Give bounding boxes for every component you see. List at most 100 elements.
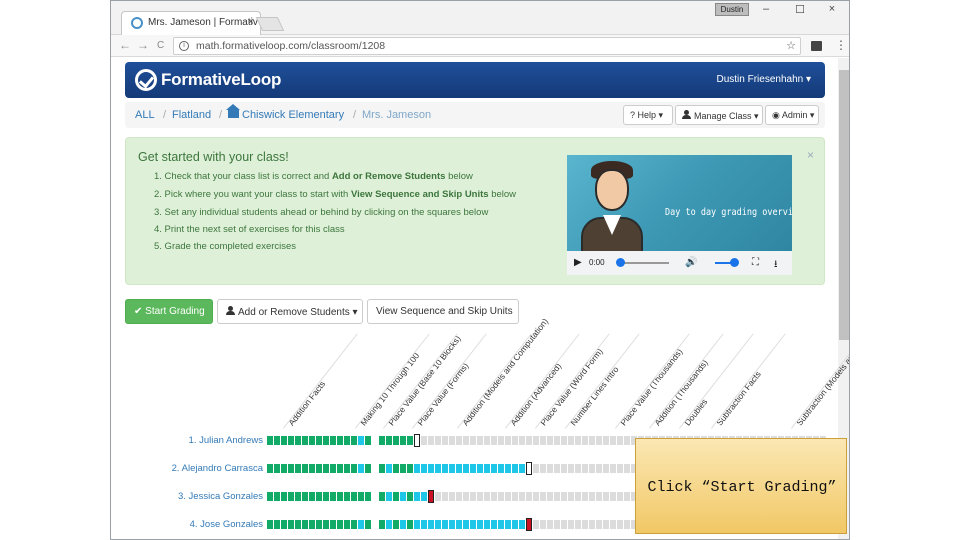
progress-square[interactable] xyxy=(295,464,302,473)
progress-square[interactable] xyxy=(323,436,330,445)
progress-square[interactable] xyxy=(309,464,316,473)
view-sequence-button[interactable]: View Sequence and Skip Units xyxy=(367,299,519,324)
progress-square[interactable] xyxy=(274,492,281,501)
progress-square[interactable] xyxy=(526,436,533,445)
progress-square[interactable] xyxy=(358,436,365,445)
progress-square[interactable] xyxy=(344,520,351,529)
progress-square[interactable] xyxy=(414,464,421,473)
progress-square[interactable] xyxy=(288,520,295,529)
progress-square[interactable] xyxy=(386,492,393,501)
progress-square[interactable] xyxy=(365,464,372,473)
progress-square[interactable] xyxy=(435,520,442,529)
progress-square[interactable] xyxy=(295,520,302,529)
progress-square[interactable] xyxy=(449,464,456,473)
restore-icon[interactable]: ☐ xyxy=(793,3,807,16)
progress-square[interactable] xyxy=(379,520,386,529)
browser-menu-icon[interactable]: ⋮ xyxy=(835,38,847,52)
progress-square[interactable] xyxy=(512,492,519,501)
progress-square[interactable] xyxy=(463,436,470,445)
progress-square[interactable] xyxy=(358,464,365,473)
progress-square[interactable] xyxy=(526,462,533,475)
progress-square[interactable] xyxy=(477,464,484,473)
progress-square[interactable] xyxy=(393,492,400,501)
progress-square[interactable] xyxy=(470,464,477,473)
progress-square[interactable] xyxy=(302,464,309,473)
progress-square[interactable] xyxy=(302,436,309,445)
profile-chip[interactable]: Dustin xyxy=(715,3,749,16)
progress-square[interactable] xyxy=(449,436,456,445)
progress-square[interactable] xyxy=(449,520,456,529)
progress-square[interactable] xyxy=(281,492,288,501)
progress-square[interactable] xyxy=(288,492,295,501)
fullscreen-icon[interactable]: ⛶ xyxy=(752,257,759,268)
progress-square[interactable] xyxy=(288,436,295,445)
student-name-link[interactable]: 3. Jessica Gonzales xyxy=(151,491,263,502)
progress-square[interactable] xyxy=(610,464,617,473)
progress-square[interactable] xyxy=(309,436,316,445)
breadcrumb-school[interactable]: Chiswick Elementary xyxy=(226,104,344,121)
progress-square[interactable] xyxy=(281,436,288,445)
progress-square[interactable] xyxy=(295,436,302,445)
extension-icon[interactable] xyxy=(811,41,822,51)
progress-square[interactable] xyxy=(498,520,505,529)
progress-square[interactable] xyxy=(323,520,330,529)
progress-square[interactable] xyxy=(414,492,421,501)
progress-square[interactable] xyxy=(281,520,288,529)
progress-square[interactable] xyxy=(575,520,582,529)
progress-square[interactable] xyxy=(435,464,442,473)
progress-square[interactable] xyxy=(456,464,463,473)
progress-square[interactable] xyxy=(526,518,533,531)
progress-square[interactable] xyxy=(344,492,351,501)
progress-square[interactable] xyxy=(540,464,547,473)
progress-square[interactable] xyxy=(568,436,575,445)
progress-square[interactable] xyxy=(596,492,603,501)
progress-square[interactable] xyxy=(624,520,631,529)
progress-square[interactable] xyxy=(337,520,344,529)
progress-square[interactable] xyxy=(400,520,407,529)
progress-square[interactable] xyxy=(561,492,568,501)
progress-square[interactable] xyxy=(428,436,435,445)
progress-square[interactable] xyxy=(568,464,575,473)
progress-square[interactable] xyxy=(400,436,407,445)
progress-square[interactable] xyxy=(547,436,554,445)
progress-square[interactable] xyxy=(442,436,449,445)
browser-tab[interactable]: Mrs. Jameson | Formativ × xyxy=(121,11,261,35)
progress-square[interactable] xyxy=(624,464,631,473)
progress-square[interactable] xyxy=(561,520,568,529)
progress-square[interactable] xyxy=(267,520,274,529)
student-name-link[interactable]: 4. Jose Gonzales xyxy=(151,519,263,530)
progress-square[interactable] xyxy=(428,490,435,503)
volume-icon[interactable]: 🔊 xyxy=(685,257,697,268)
progress-square[interactable] xyxy=(568,492,575,501)
progress-square[interactable] xyxy=(491,492,498,501)
progress-square[interactable] xyxy=(624,492,631,501)
progress-square[interactable] xyxy=(288,464,295,473)
progress-square[interactable] xyxy=(407,436,414,445)
progress-knob[interactable] xyxy=(616,258,625,267)
progress-square[interactable] xyxy=(575,492,582,501)
start-grading-button[interactable]: ✔ Start Grading xyxy=(125,299,213,324)
progress-square[interactable] xyxy=(603,520,610,529)
progress-square[interactable] xyxy=(463,520,470,529)
progress-square[interactable] xyxy=(491,464,498,473)
progress-square[interactable] xyxy=(393,464,400,473)
progress-square[interactable] xyxy=(351,436,358,445)
progress-square[interactable] xyxy=(540,436,547,445)
progress-square[interactable] xyxy=(470,520,477,529)
progress-square[interactable] xyxy=(435,436,442,445)
progress-square[interactable] xyxy=(358,492,365,501)
progress-square[interactable] xyxy=(393,436,400,445)
progress-square[interactable] xyxy=(498,464,505,473)
progress-square[interactable] xyxy=(582,520,589,529)
progress-square[interactable] xyxy=(477,520,484,529)
progress-square[interactable] xyxy=(505,464,512,473)
progress-square[interactable] xyxy=(274,464,281,473)
progress-square[interactable] xyxy=(512,436,519,445)
progress-square[interactable] xyxy=(344,464,351,473)
help-button[interactable]: ? Help ▾ xyxy=(623,105,673,125)
progress-square[interactable] xyxy=(554,464,561,473)
progress-square[interactable] xyxy=(463,464,470,473)
progress-square[interactable] xyxy=(442,492,449,501)
scrollbar-thumb[interactable] xyxy=(839,70,849,340)
progress-square[interactable] xyxy=(386,520,393,529)
